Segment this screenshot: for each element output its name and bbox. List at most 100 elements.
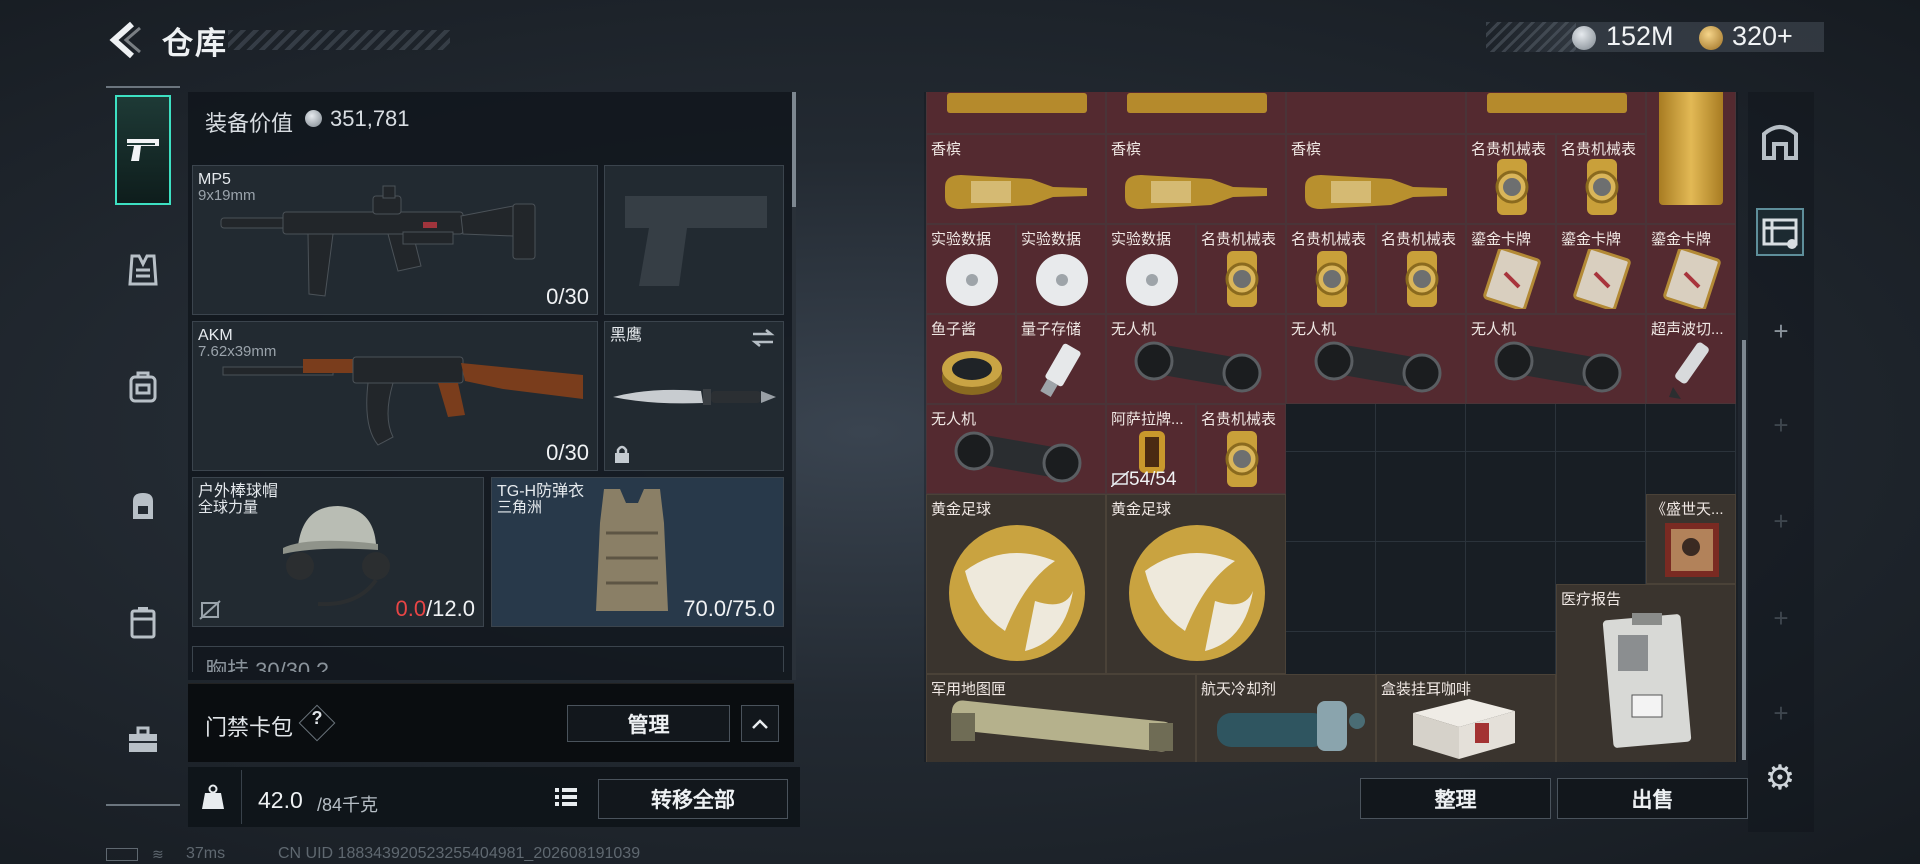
disc-icon	[1036, 254, 1088, 306]
add-tab-icon[interactable]: +	[1766, 410, 1796, 441]
item-name: 名贵机械表	[1561, 141, 1637, 158]
category-chest-rig[interactable]	[115, 359, 171, 415]
helmet-subtitle: 全球力量	[198, 499, 259, 516]
chest-rig-row[interactable]: 胸挂 30/30 ?	[192, 646, 784, 672]
list-icon[interactable]	[552, 783, 580, 811]
lab-data-item[interactable]: 实验数据	[926, 224, 1016, 314]
add-tab-icon[interactable]: +	[1766, 316, 1796, 347]
caviar-item[interactable]: 鱼子酱	[926, 314, 1016, 404]
storage-grid[interactable]: 香槟 香槟 香槟 名贵机械表 名贵机械表 实验数据 实验数据 实验数据 名贵机械…	[926, 92, 1736, 762]
ultrasonic-cutter-item[interactable]: 超声波切...	[1646, 314, 1736, 404]
gold-bar-item[interactable]	[1106, 92, 1286, 134]
golden-football-item[interactable]: 黄金足球	[926, 494, 1106, 674]
coffee-box-item[interactable]: 盒装挂耳咖啡	[1376, 674, 1556, 762]
drone-item[interactable]: 无人机	[926, 404, 1106, 494]
item-name: 名贵机械表	[1381, 231, 1457, 248]
armor-slot[interactable]: TG-H防弹衣 三角洲 70.0/75.0	[491, 477, 784, 627]
item-name: 鎏金卡牌	[1651, 231, 1712, 248]
gilded-card-item[interactable]: 鎏金卡牌	[1466, 224, 1556, 314]
medical-report-item[interactable]: 医疗报告	[1556, 584, 1736, 762]
asala-item[interactable]: 阿萨拉牌... 54/54	[1106, 404, 1196, 494]
category-weapons[interactable]	[115, 95, 171, 205]
watch-item[interactable]: 名贵机械表	[1196, 404, 1286, 494]
battery-icon	[106, 848, 138, 861]
equipment-scrollbar-thumb[interactable]	[792, 92, 796, 207]
disc-icon	[946, 254, 998, 306]
weight-kg-icon	[202, 784, 224, 809]
champagne-item[interactable]: 香槟	[1286, 134, 1466, 224]
usb-drive-icon	[1040, 343, 1081, 398]
gold-bar-item[interactable]	[1286, 92, 1466, 134]
gold-bar-item[interactable]	[1466, 92, 1646, 134]
backpack-icon	[133, 493, 153, 519]
case-icon	[130, 607, 156, 639]
watch-item[interactable]: 名贵机械表	[1286, 224, 1376, 314]
golden-football-icon	[949, 525, 1085, 661]
silver-coin-icon	[305, 110, 322, 127]
drone-icon	[1494, 341, 1622, 393]
golden-football-icon	[1129, 525, 1265, 661]
add-tab-icon[interactable]: +	[1766, 506, 1796, 537]
watch-item[interactable]: 名贵机械表	[1466, 134, 1556, 224]
watch-icon	[1405, 251, 1439, 307]
champagne-item[interactable]: 香槟	[1106, 134, 1286, 224]
watch-item[interactable]: 名贵机械表	[1196, 224, 1286, 314]
primary-weapon-slot[interactable]: MP5 9x19mm 0/30	[192, 165, 598, 315]
weight-separator	[241, 770, 242, 824]
transfer-all-button[interactable]: 转移全部	[598, 779, 788, 819]
secondary-weapon-slot[interactable]: AKM 7.62x39mm 0/30	[192, 321, 598, 471]
champagne-item[interactable]: 香槟	[926, 134, 1106, 224]
sell-button[interactable]: 出售	[1557, 778, 1748, 819]
drone-item[interactable]: 无人机	[1286, 314, 1466, 404]
silver-currency-value: 152M	[1606, 21, 1674, 51]
storage-box-icon	[1762, 218, 1798, 249]
sort-button[interactable]: 整理	[1360, 778, 1551, 819]
melee-slot[interactable]: 黑鹰	[604, 321, 784, 471]
weapon-ammo: 0/30	[546, 284, 589, 309]
painting-item[interactable]: 《盛世天...	[1646, 494, 1736, 584]
gilded-card-item[interactable]: 鎏金卡牌	[1556, 224, 1646, 314]
category-toolbox[interactable]	[115, 712, 171, 768]
gilded-card-item[interactable]: 鎏金卡牌	[1646, 224, 1736, 314]
storage-scrollbar[interactable]	[1742, 340, 1746, 760]
player-uid: CN UID 1883439205232554049​81_2026081910…	[278, 845, 641, 862]
tab-main-storage[interactable]	[1758, 118, 1802, 162]
swap-icon[interactable]	[751, 328, 775, 348]
settings-gear-icon[interactable]: ⚙	[1762, 760, 1798, 796]
collapse-button[interactable]	[741, 705, 779, 742]
melee-name: 黑鹰	[610, 327, 643, 344]
category-case[interactable]	[115, 594, 171, 650]
quantum-storage-item[interactable]: 量子存储	[1016, 314, 1106, 404]
card-icon	[1663, 249, 1721, 309]
category-bar-top-line	[106, 86, 180, 88]
coffee-box-icon	[1413, 699, 1515, 759]
pistol-slot[interactable]	[604, 165, 784, 315]
drone-icon	[954, 431, 1082, 483]
manage-button[interactable]: 管理	[567, 705, 730, 742]
item-name: 鎏金卡牌	[1561, 231, 1622, 248]
space-coolant-item[interactable]: 航天冷却剂	[1196, 674, 1376, 762]
lab-data-item[interactable]: 实验数据	[1106, 224, 1196, 314]
back-arrow-icon[interactable]	[106, 20, 146, 60]
help-icon[interactable]: ?	[304, 708, 330, 729]
category-backpack[interactable]	[115, 477, 171, 533]
item-name: 超声波切...	[1651, 321, 1724, 338]
add-tab-icon[interactable]: +	[1766, 603, 1796, 634]
item-name: 医疗报告	[1561, 591, 1622, 608]
helmet-slot[interactable]: 户外棒球帽 全球力量 0.0/12.0	[192, 477, 484, 627]
add-tab-icon[interactable]: +	[1766, 698, 1796, 729]
watch-item[interactable]: 名贵机械表	[1556, 134, 1646, 224]
gold-currency-value: 320+	[1732, 21, 1793, 51]
watch-item[interactable]: 名贵机械表	[1376, 224, 1466, 314]
category-vest[interactable]	[115, 242, 171, 298]
golden-football-item[interactable]: 黄金足球	[1106, 494, 1286, 674]
drone-item[interactable]: 无人机	[1106, 314, 1286, 404]
gold-bar-item[interactable]	[1646, 92, 1736, 224]
no-armor-icon	[199, 600, 221, 620]
tab-extension-storage[interactable]	[1756, 208, 1804, 256]
drone-item[interactable]: 无人机	[1466, 314, 1646, 404]
military-map-case-item[interactable]: 军用地图匣	[926, 674, 1196, 762]
cutter-icon	[1669, 342, 1709, 399]
lab-data-item[interactable]: 实验数据	[1016, 224, 1106, 314]
gold-bar-item[interactable]	[926, 92, 1106, 134]
